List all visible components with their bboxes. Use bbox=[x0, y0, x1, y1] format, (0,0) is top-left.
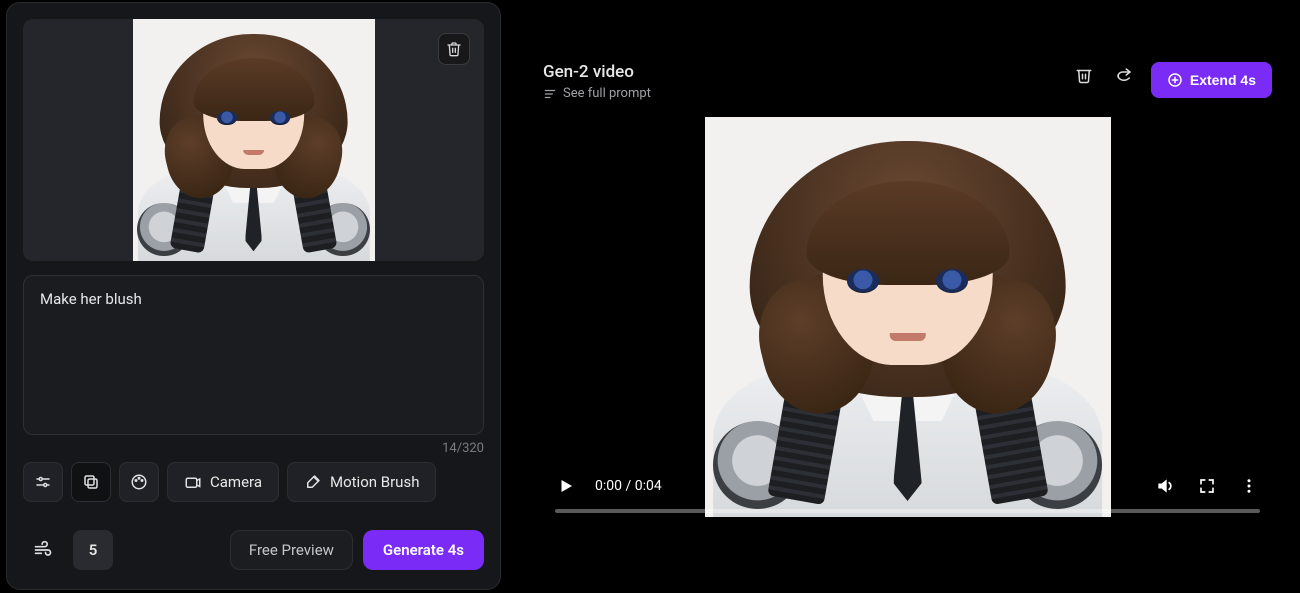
portrait-illustration bbox=[705, 117, 1111, 517]
camera-label: Camera bbox=[210, 473, 262, 491]
more-vertical-icon bbox=[1240, 477, 1258, 495]
style-button[interactable] bbox=[119, 462, 159, 502]
video-frame bbox=[705, 117, 1111, 517]
remove-image-button[interactable] bbox=[438, 33, 470, 65]
see-full-prompt-button[interactable]: See full prompt bbox=[543, 86, 1057, 101]
share-icon bbox=[1115, 66, 1133, 84]
time-display: 0:00 / 0:04 bbox=[595, 478, 662, 494]
fullscreen-icon bbox=[1198, 477, 1216, 495]
copy-icon bbox=[82, 473, 100, 491]
wind-icon bbox=[33, 540, 53, 560]
input-image-thumbnail[interactable] bbox=[133, 19, 375, 261]
list-icon bbox=[543, 87, 557, 101]
volume-button[interactable] bbox=[1152, 473, 1178, 499]
progress-bar[interactable] bbox=[555, 509, 1260, 513]
prompt-text: Make her blush bbox=[40, 290, 142, 308]
generate-button[interactable]: Generate 4s bbox=[363, 530, 484, 570]
camera-icon bbox=[184, 473, 202, 491]
video-controls: 0:00 / 0:04 bbox=[543, 459, 1272, 517]
input-image-slot bbox=[23, 19, 484, 261]
play-icon bbox=[557, 477, 575, 495]
share-button[interactable] bbox=[1111, 62, 1137, 88]
volume-icon bbox=[1155, 476, 1175, 496]
tool-row: Camera Motion Brush bbox=[23, 462, 484, 502]
delete-output-button[interactable] bbox=[1071, 62, 1097, 88]
char-count: 14/320 bbox=[23, 441, 484, 456]
motion-intensity-button[interactable] bbox=[23, 530, 63, 570]
free-preview-button[interactable]: Free Preview bbox=[230, 530, 353, 570]
trash-icon bbox=[1075, 66, 1093, 84]
motion-brush-button[interactable]: Motion Brush bbox=[287, 462, 436, 502]
output-title: Gen-2 video bbox=[543, 62, 1057, 82]
motion-brush-label: Motion Brush bbox=[330, 473, 419, 491]
video-player[interactable]: 0:00 / 0:04 bbox=[543, 117, 1272, 517]
extend-button[interactable]: Extend 4s bbox=[1151, 62, 1272, 98]
trash-icon bbox=[446, 41, 462, 57]
brush-icon bbox=[304, 473, 322, 491]
palette-icon bbox=[130, 473, 148, 491]
more-button[interactable] bbox=[1236, 473, 1262, 499]
output-panel: Gen-2 video See full prompt Extend 4s bbox=[501, 0, 1300, 593]
portrait-illustration bbox=[133, 19, 375, 261]
play-button[interactable] bbox=[553, 473, 579, 499]
bottom-row: 5 Free Preview Generate 4s bbox=[23, 530, 484, 570]
motion-value[interactable]: 5 bbox=[73, 530, 113, 570]
generation-panel: Make her blush 14/320 Camera Motion Brus… bbox=[6, 2, 501, 590]
output-header: Gen-2 video See full prompt Extend 4s bbox=[543, 62, 1272, 101]
plus-circle-icon bbox=[1167, 72, 1183, 88]
see-full-prompt-label: See full prompt bbox=[563, 86, 651, 101]
fullscreen-button[interactable] bbox=[1194, 473, 1220, 499]
prompt-input[interactable]: Make her blush bbox=[23, 275, 484, 435]
camera-button[interactable]: Camera bbox=[167, 462, 279, 502]
aspect-ratio-button[interactable] bbox=[71, 462, 111, 502]
settings-button[interactable] bbox=[23, 462, 63, 502]
extend-label: Extend 4s bbox=[1190, 72, 1256, 88]
sliders-icon bbox=[34, 473, 52, 491]
